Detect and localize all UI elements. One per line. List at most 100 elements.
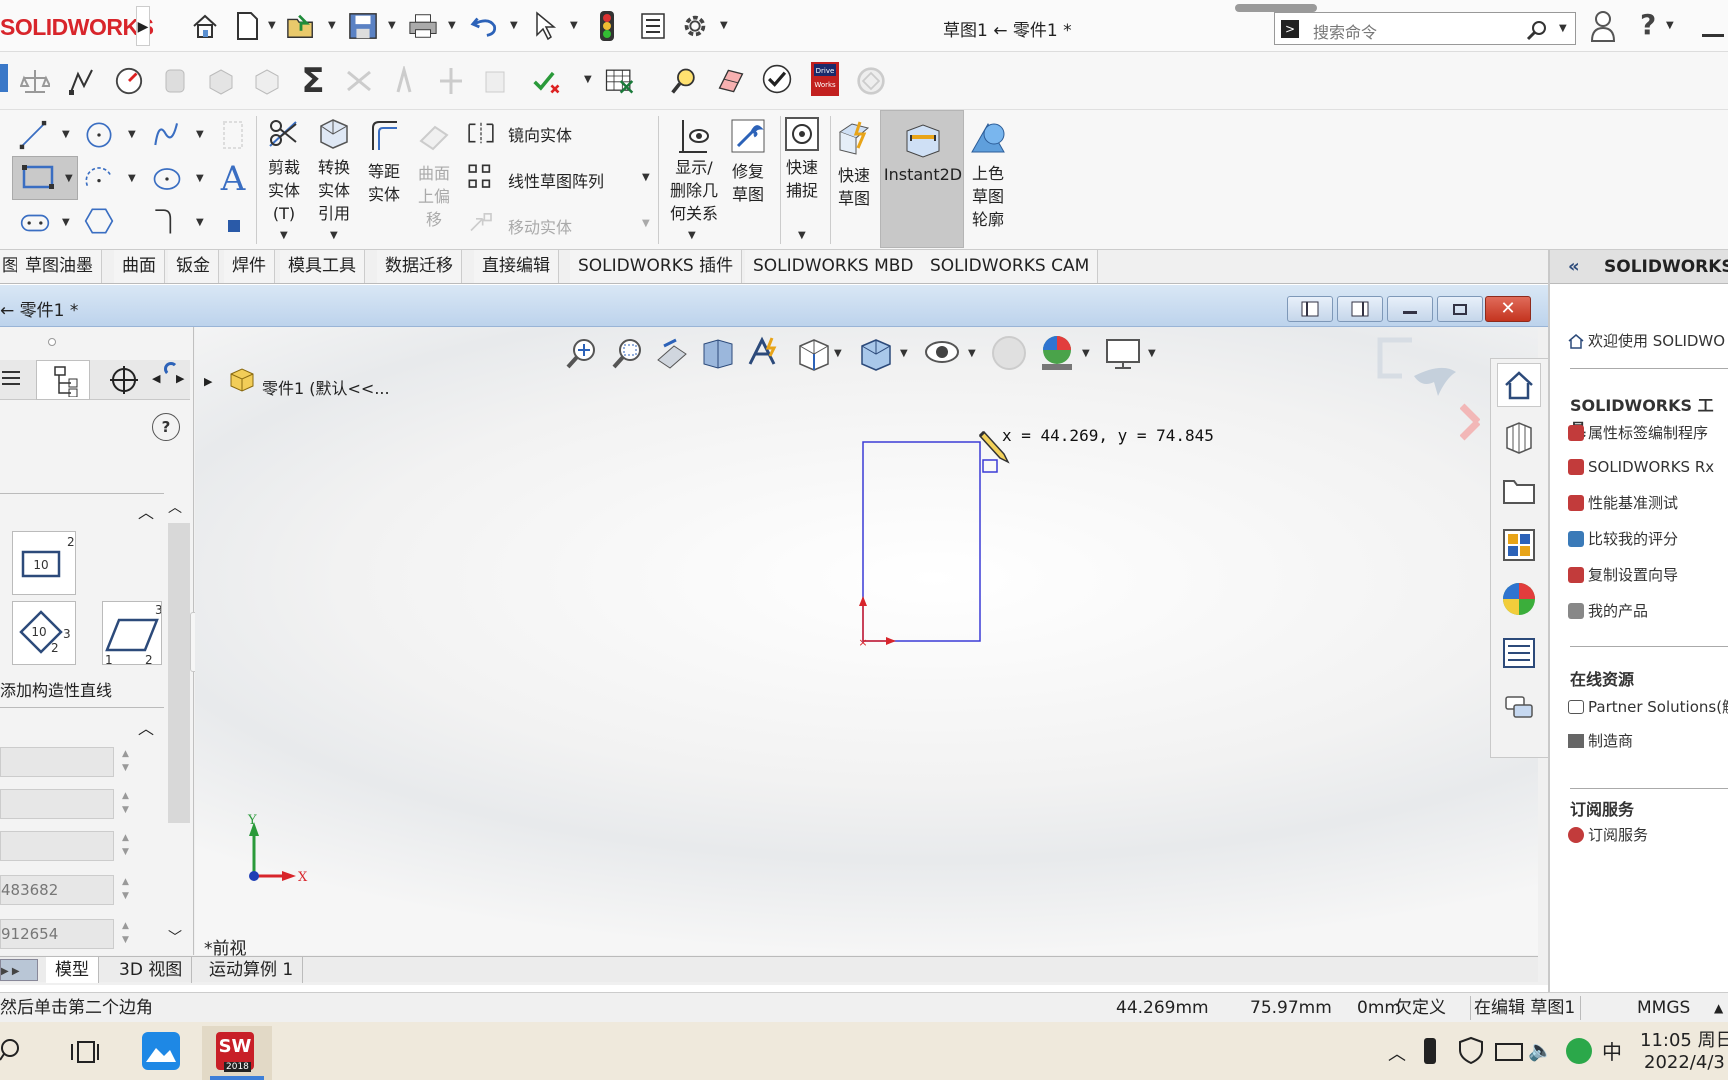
trim-entities-label[interactable]: 剪裁 实体 (T) xyxy=(262,156,306,225)
help-icon[interactable]: ? xyxy=(152,413,180,441)
scrollbar-track[interactable] xyxy=(168,523,190,823)
ellipse-tool-icon[interactable] xyxy=(152,162,182,196)
search-icon[interactable] xyxy=(1525,19,1549,41)
zoom-to-area-icon[interactable] xyxy=(610,336,646,372)
volume-icon[interactable]: 🔈 xyxy=(1528,1038,1553,1062)
spinner-arrows-icon[interactable]: ▲ ▼ xyxy=(122,831,129,859)
dynamic-annotation-icon[interactable] xyxy=(746,334,784,372)
select-cursor-icon[interactable] xyxy=(530,9,560,43)
online-item[interactable]: Partner Solutions(解 xyxy=(1568,696,1728,717)
help-icon[interactable]: ? xyxy=(1640,8,1656,41)
add-construction-lines-label[interactable]: 添加构造性直线 xyxy=(0,677,164,701)
tile-right-icon[interactable] xyxy=(1337,296,1383,322)
forum-tab-icon[interactable] xyxy=(1497,685,1541,729)
chevron-down-icon[interactable]: ▼ xyxy=(584,74,592,85)
mass-properties-icon[interactable] xyxy=(20,64,50,98)
tab-solidworks-addins[interactable]: SOLIDWORKS 插件 xyxy=(570,250,743,283)
tile-left-icon[interactable] xyxy=(1287,296,1333,322)
convert-entities-label[interactable]: 转换 实体 引用 xyxy=(312,156,356,225)
spinner-arrows-icon[interactable]: ▲ ▼ xyxy=(122,747,129,775)
zoom-to-fit-icon[interactable] xyxy=(564,336,600,372)
task-view-icon[interactable] xyxy=(70,1038,100,1066)
convert-entities-icon[interactable] xyxy=(316,114,352,154)
confirmation-corner-exit-sketch-icon[interactable] xyxy=(1372,336,1460,416)
tab-solidworks-mbd[interactable]: SOLIDWORKS MBD xyxy=(745,250,923,283)
tab-mold-tools[interactable]: 模具工具 xyxy=(280,250,365,283)
input-method-indicator[interactable]: 中 xyxy=(1602,1036,1622,1065)
mirror-entities-icon[interactable] xyxy=(466,116,496,150)
chevron-down-icon[interactable]: ▼ xyxy=(330,230,338,241)
clock-date[interactable]: 2022/4/3 xyxy=(1644,1052,1725,1073)
gear-icon[interactable] xyxy=(680,9,710,43)
feature-tree-tab-icon[interactable] xyxy=(0,364,26,396)
clock-time[interactable]: 11:05 周日 xyxy=(1640,1026,1728,1052)
apply-scene-icon[interactable] xyxy=(1038,334,1076,372)
user-account-icon[interactable] xyxy=(1588,9,1618,43)
open-icon[interactable] xyxy=(286,9,316,43)
rebuild-traffic-light-icon[interactable] xyxy=(592,9,622,43)
offset-entities-label[interactable]: 等距 实体 xyxy=(362,160,406,206)
chevron-down-icon[interactable]: ▼ xyxy=(65,173,73,184)
parameter-field[interactable]: 912654 xyxy=(0,919,114,949)
network-icon[interactable] xyxy=(1494,1040,1524,1062)
tool-item[interactable]: 属性标签编制程序 xyxy=(1568,422,1708,443)
chevron-down-icon[interactable]: ▼ xyxy=(196,217,204,228)
chevron-down-icon[interactable]: ▼ xyxy=(510,20,518,31)
rectangle-tool-button[interactable]: ▼ xyxy=(12,156,78,200)
spline-tool-icon[interactable] xyxy=(152,118,182,152)
slot-tool-icon[interactable] xyxy=(20,206,50,240)
tab-sheet-metal[interactable]: 钣金 xyxy=(168,250,219,283)
chevron-down-icon[interactable]: ▼ xyxy=(798,230,806,241)
previous-view-icon[interactable] xyxy=(654,336,690,372)
shaded-sketch-contours-icon[interactable] xyxy=(968,118,1008,158)
file-explorer-tab-icon[interactable] xyxy=(1497,469,1541,513)
custom-properties-tab-icon[interactable] xyxy=(1497,631,1541,675)
collapse-group-icon[interactable]: ︿ xyxy=(138,715,154,739)
scroll-down-icon[interactable]: ﹀ xyxy=(168,927,182,947)
center-rectangle-icon[interactable]: 10 2 3 xyxy=(12,601,76,665)
chevron-up-icon[interactable]: ▲ xyxy=(1714,993,1723,1023)
polygon-tool-icon[interactable] xyxy=(84,204,114,238)
chevron-down-icon[interactable]: ▼ xyxy=(388,20,396,31)
chevron-down-icon[interactable]: ▼ xyxy=(688,230,696,241)
text-tool-icon[interactable]: A xyxy=(218,159,248,199)
tab-sketch-ink[interactable]: 草图油墨 xyxy=(17,250,102,283)
checkmark-circle-icon[interactable] xyxy=(762,62,792,96)
chevron-down-icon[interactable]: ▼ xyxy=(1559,23,1567,34)
point-tool-icon[interactable] xyxy=(228,220,240,232)
restore-window-icon[interactable] xyxy=(1437,296,1483,322)
rapid-sketch-label[interactable]: 快速 草图 xyxy=(832,164,876,210)
chevron-down-icon[interactable]: ▼ xyxy=(62,217,70,228)
config-manager-tab-icon[interactable] xyxy=(108,364,140,396)
appearances-tab-icon[interactable] xyxy=(1497,577,1541,621)
scroll-left-icon[interactable]: ◀ xyxy=(152,372,160,385)
design-library-tab-icon[interactable] xyxy=(1497,415,1541,459)
mirror-entities-label[interactable]: 镜向实体 xyxy=(508,122,572,146)
search-commands-field[interactable]: > 搜索命令 ▼ xyxy=(1274,12,1576,45)
search-icon[interactable] xyxy=(0,1038,28,1066)
instant2d-button[interactable]: Instant2D xyxy=(880,110,964,248)
chevron-down-icon[interactable]: ▼ xyxy=(62,129,70,140)
subscription-item[interactable]: 订阅服务 xyxy=(1568,824,1648,845)
tool-item[interactable]: 比较我的评分 xyxy=(1568,528,1678,549)
photos-app-icon[interactable] xyxy=(142,1032,180,1070)
section-icon[interactable] xyxy=(716,64,746,98)
solidworks-resources-tab-icon[interactable] xyxy=(1497,363,1541,407)
view-palette-tab-icon[interactable] xyxy=(1497,523,1541,567)
collapse-group-icon[interactable]: ︿ xyxy=(138,499,154,523)
tab-model[interactable]: 模型 xyxy=(46,957,99,983)
security-shield-icon[interactable] xyxy=(1458,1036,1484,1064)
save-icon[interactable] xyxy=(348,9,378,43)
close-window-icon[interactable]: ✕ xyxy=(1485,296,1531,322)
chevron-down-icon[interactable]: ▼ xyxy=(900,348,908,359)
chevron-down-icon[interactable]: ▼ xyxy=(834,348,842,359)
shaded-sketch-contours-label[interactable]: 上色 草图 轮廓 xyxy=(966,162,1010,231)
spinner-arrows-icon[interactable]: ▲ ▼ xyxy=(122,789,129,817)
driveworks-icon[interactable]: Drive Works xyxy=(810,62,840,96)
chevron-down-icon[interactable]: ▼ xyxy=(1148,348,1156,359)
tab-scroll-arrows-icon[interactable]: ▶ ▶ xyxy=(0,959,38,981)
parameter-field[interactable]: 483682 xyxy=(0,875,114,905)
excel-export-icon[interactable] xyxy=(604,64,634,98)
check-icon[interactable] xyxy=(532,64,562,98)
display-style-icon[interactable] xyxy=(856,334,894,372)
